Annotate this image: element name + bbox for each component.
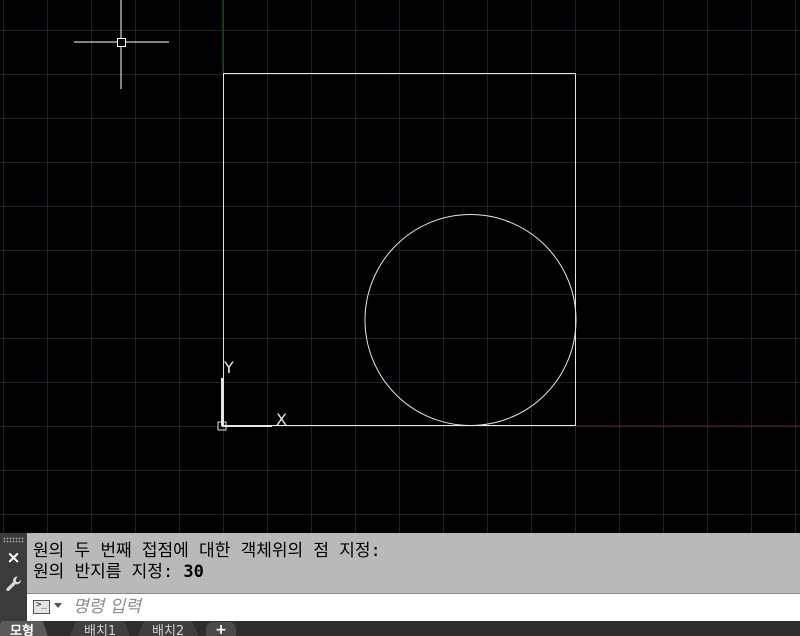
layout-tab-bar: 모형 배치1 배치2 + [0,621,800,636]
tab-model[interactable]: 모형 [0,621,48,636]
crosshair-cursor [74,0,169,89]
close-icon[interactable]: × [6,550,21,567]
ucs-y-label: Y [223,358,234,377]
drawing-viewport[interactable]: Y X [0,0,800,533]
command-line-panel: × 원의 두 번째 접점에 대한 객체위의 점 지정: 원의 반지름 지정: 3… [0,533,800,621]
command-input[interactable] [73,596,773,618]
command-history: 원의 두 번째 접점에 대한 객체위의 점 지정: 원의 반지름 지정: 30 [33,541,793,583]
command-prompt-icon[interactable]: >_ [33,600,50,614]
ucs-x-label: X [276,410,287,429]
command-line-sidebar: × [0,533,27,621]
drag-grip-icon[interactable] [3,537,24,543]
tab-layout1[interactable]: 배치1 [70,621,131,636]
radius-value: 30 [183,562,204,582]
history-line: 원의 반지름 지정: 30 [33,562,204,582]
ucs-icon [217,378,272,431]
tab-layout2[interactable]: 배치2 [138,621,199,636]
history-line: 원의 두 번째 접점에 대한 객체위의 점 지정: [33,541,381,561]
chevron-down-icon[interactable] [54,603,62,608]
command-input-row: >_ [27,593,800,621]
drawing-canvas[interactable]: Y X [0,0,800,533]
add-layout-button[interactable]: + [206,622,236,636]
grid [0,0,800,533]
tangent-circle[interactable] [364,214,577,426]
wrench-icon[interactable] [4,574,24,594]
